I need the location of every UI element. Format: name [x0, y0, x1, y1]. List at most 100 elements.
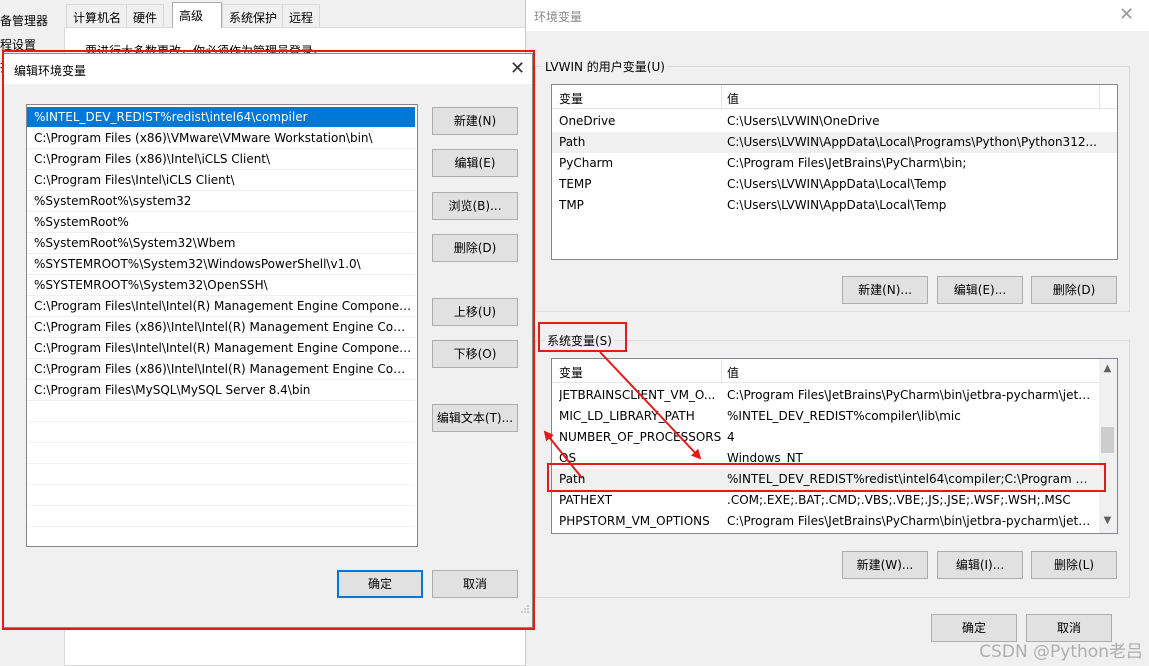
tab-advanced[interactable]: 高级 [172, 2, 222, 28]
var-value: %INTEL_DEV_REDIST%redist\intel64\compile… [727, 472, 1092, 486]
var-name: TEMP [559, 177, 592, 191]
tab-system-protection[interactable]: 系统保护 [222, 4, 285, 27]
var-name: MIC_LD_LIBRARY_PATH [559, 409, 695, 423]
vertical-scrollbar[interactable]: ▲ ▼ [1099, 359, 1117, 533]
edit-dialog-title: 编辑环境变量 [14, 64, 87, 78]
table-row[interactable]: NUMBER_OF_PROCESSORS 4 [552, 427, 1117, 448]
table-row[interactable]: MIC_LD_LIBRARY_PATH %INTEL_DEV_REDIST%co… [552, 406, 1117, 427]
tab-remote[interactable]: 远程 [282, 4, 321, 27]
close-icon[interactable]: ✕ [510, 60, 525, 78]
system-edit-button[interactable]: 编辑(I)... [937, 551, 1023, 579]
path-entries-list[interactable]: %INTEL_DEV_REDIST%redist\intel64\compile… [26, 104, 418, 547]
system-variables-list[interactable]: 变量 值 JETBRAINSCLIENT_VM_O... C:\Program … [551, 358, 1118, 534]
list-item[interactable]: %SYSTEMROOT%\System32\OpenSSH\ [27, 275, 415, 296]
list-item[interactable]: %SYSTEMROOT%\System32\WindowsPowerShell\… [27, 254, 415, 275]
list-item[interactable]: C:\Program Files\Intel\Intel(R) Manageme… [27, 296, 415, 317]
empty-list-item[interactable] [27, 527, 415, 546]
user-new-button[interactable]: 新建(N)... [842, 276, 928, 304]
var-value: C:\Users\LVWIN\AppData\Local\Programs\Py… [727, 135, 1097, 149]
var-name: TMP [559, 198, 584, 212]
list-item-selected[interactable]: %INTEL_DEV_REDIST%redist\intel64\compile… [27, 107, 415, 128]
var-value: C:\Users\LVWIN\OneDrive [727, 114, 880, 128]
var-value: C:\Program Files\JetBrains\PyCharm\bin\j… [727, 388, 1092, 402]
table-row[interactable]: TMP C:\Users\LVWIN\AppData\Local\Temp [552, 195, 1117, 216]
delete-entry-button[interactable]: 删除(D) [432, 234, 518, 262]
move-up-button[interactable]: 上移(U) [432, 298, 518, 326]
system-variables-label: 系统变量(S) [545, 332, 614, 349]
user-delete-button[interactable]: 删除(D) [1031, 276, 1117, 304]
edit-cancel-button[interactable]: 取消 [432, 570, 518, 598]
scroll-thumb[interactable] [1101, 427, 1114, 453]
empty-list-item[interactable] [27, 401, 415, 422]
edit-ok-button[interactable]: 确定 [337, 570, 423, 598]
list-item[interactable]: C:\Program Files (x86)\Intel\iCLS Client… [27, 149, 415, 170]
list-item[interactable]: %SystemRoot%\System32\Wbem [27, 233, 415, 254]
list-item[interactable]: C:\Program Files (x86)\Intel\Intel(R) Ma… [27, 317, 415, 338]
var-value: C:\Program Files\JetBrains\PyCharm\bin\j… [727, 514, 1092, 528]
table-row[interactable]: OneDrive C:\Users\LVWIN\OneDrive [552, 111, 1117, 132]
scroll-up-icon[interactable]: ▲ [1099, 363, 1116, 374]
user-edit-button[interactable]: 编辑(E)... [937, 276, 1023, 304]
empty-list-item[interactable] [27, 443, 415, 464]
tab-computer-name[interactable]: 计算机名 [66, 4, 129, 27]
edit-dialog-titlebar: 编辑环境变量 ✕ [4, 54, 532, 84]
column-header-name[interactable]: 变量 [559, 90, 583, 107]
browse-button[interactable]: 浏览(B)... [432, 192, 518, 220]
watermark: CSDN @Python老吕 [979, 642, 1143, 662]
var-name: OneDrive [559, 114, 616, 128]
table-row[interactable]: TEMP C:\Users\LVWIN\AppData\Local\Temp [552, 174, 1117, 195]
table-row[interactable]: PyCharm C:\Program Files\JetBrains\PyCha… [552, 153, 1117, 174]
var-value: C:\Program Files\JetBrains\PyCharm\bin; [727, 156, 967, 170]
list-item[interactable]: %SystemRoot% [27, 212, 415, 233]
resize-grip-icon[interactable] [520, 604, 530, 614]
system-new-button[interactable]: 新建(W)... [842, 551, 928, 579]
var-value: C:\Users\LVWIN\AppData\Local\Temp [727, 177, 947, 191]
user-variables-list[interactable]: 变量 值 OneDrive C:\Users\LVWIN\OneDrive Pa… [551, 84, 1118, 260]
empty-list-item[interactable] [27, 464, 415, 485]
table-row[interactable]: OS Windows_NT [552, 448, 1117, 469]
scroll-down-icon[interactable]: ▼ [1099, 515, 1116, 526]
env-dialog-title: 环境变量 [534, 10, 583, 24]
column-header-name[interactable]: 变量 [559, 364, 583, 381]
empty-list-item[interactable] [27, 422, 415, 443]
sidebar-item-device-manager[interactable]: 备管理器 [0, 12, 48, 29]
table-row-path-selected[interactable]: Path %INTEL_DEV_REDIST%redist\intel64\co… [552, 469, 1117, 490]
column-header-value[interactable]: 值 [727, 364, 739, 381]
table-row[interactable]: Path C:\Users\LVWIN\AppData\Local\Progra… [552, 132, 1117, 153]
table-row[interactable]: JETBRAINSCLIENT_VM_O... C:\Program Files… [552, 385, 1117, 406]
list-item[interactable]: C:\Program Files\Intel\iCLS Client\ [27, 170, 415, 191]
var-name: Path [559, 472, 586, 486]
list-header: 变量 值 [552, 359, 1117, 383]
column-header-value[interactable]: 值 [727, 90, 739, 107]
var-value: .COM;.EXE;.BAT;.CMD;.VBS;.VBE;.JS;.JSE;.… [727, 493, 1071, 507]
var-name: PATHEXT [559, 493, 613, 507]
list-header: 变量 值 [552, 85, 1117, 109]
edit-entry-button[interactable]: 编辑(E) [432, 149, 518, 177]
table-row[interactable]: PATHEXT .COM;.EXE;.BAT;.CMD;.VBS;.VBE;.J… [552, 490, 1117, 511]
new-entry-button[interactable]: 新建(N) [432, 107, 518, 135]
list-item[interactable]: %SystemRoot%\system32 [27, 191, 415, 212]
var-name: Path [559, 135, 586, 149]
list-item[interactable]: C:\Program Files\Intel\Intel(R) Manageme… [27, 338, 415, 359]
user-variables-label: LVWIN 的用户变量(U) [543, 58, 667, 75]
var-name: NUMBER_OF_PROCESSORS [559, 430, 722, 444]
list-item[interactable]: C:\Program Files (x86)\Intel\Intel(R) Ma… [27, 359, 415, 380]
edit-text-button[interactable]: 编辑文本(T)... [432, 404, 518, 432]
system-delete-button[interactable]: 删除(L) [1031, 551, 1117, 579]
var-value: C:\Users\LVWIN\AppData\Local\Temp [727, 198, 947, 212]
edit-environment-variable-dialog: 编辑环境变量 ✕ %INTEL_DEV_REDIST%redist\intel6… [3, 53, 533, 628]
var-value: %INTEL_DEV_REDIST%compiler\lib\mic [727, 409, 961, 423]
var-name: JETBRAINSCLIENT_VM_O... [559, 388, 716, 402]
close-icon[interactable]: ✕ [1119, 6, 1134, 24]
empty-list-item[interactable] [27, 506, 415, 527]
list-item[interactable]: C:\Program Files\MySQL\MySQL Server 8.4\… [27, 380, 415, 401]
sidebar-item-remote-settings[interactable]: 程设置 [0, 36, 36, 53]
tab-hardware[interactable]: 硬件 [126, 4, 165, 27]
env-dialog-titlebar: 环境变量 ✕ [526, 0, 1149, 31]
empty-list-item[interactable] [27, 485, 415, 506]
environment-variables-dialog: 环境变量 ✕ LVWIN 的用户变量(U) 变量 值 OneDrive C:\U… [525, 0, 1149, 666]
move-down-button[interactable]: 下移(O) [432, 340, 518, 368]
table-row[interactable]: PHPSTORM_VM_OPTIONS C:\Program Files\Jet… [552, 511, 1117, 532]
var-value: 4 [727, 430, 735, 444]
list-item[interactable]: C:\Program Files (x86)\VMware\VMware Wor… [27, 128, 415, 149]
